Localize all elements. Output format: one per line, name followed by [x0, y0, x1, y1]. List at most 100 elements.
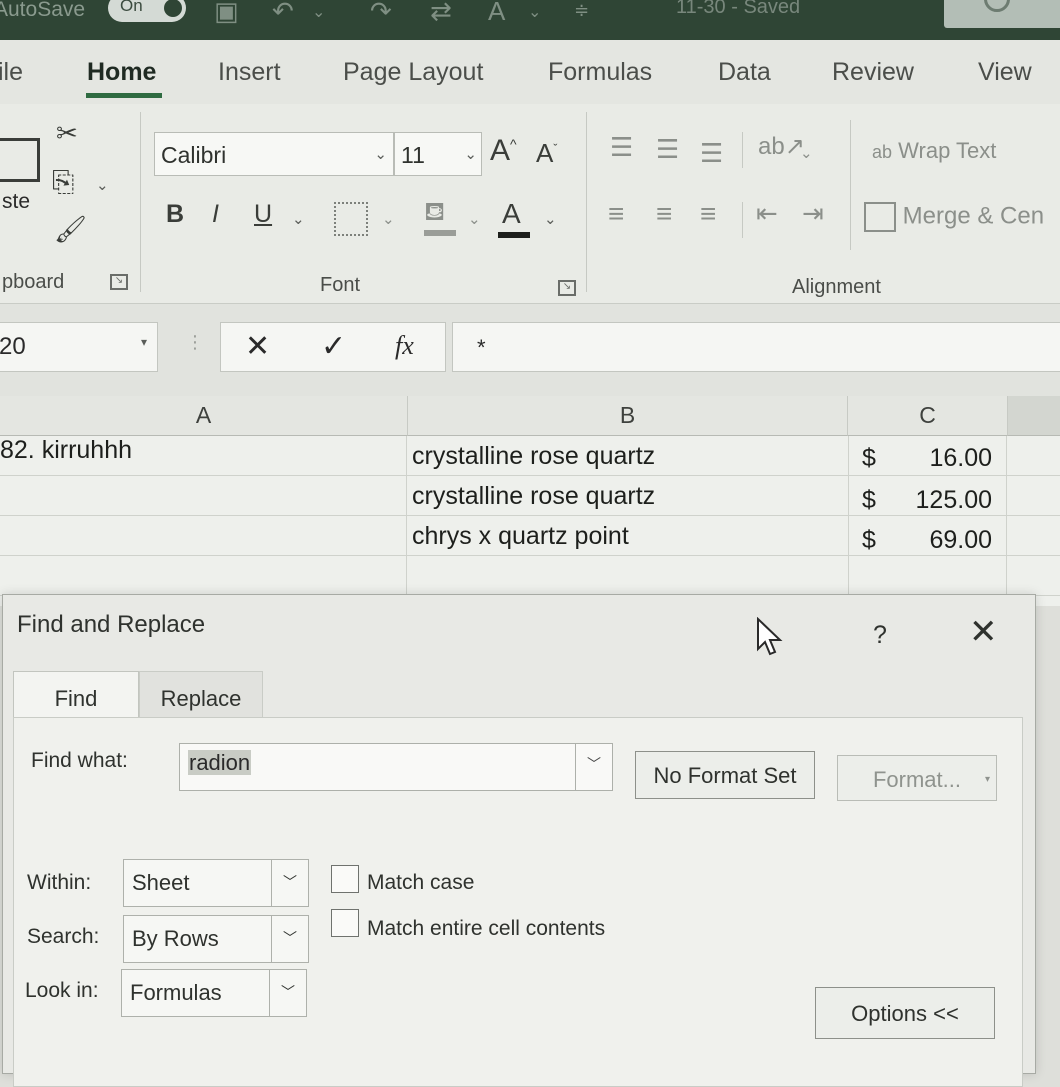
cell-b2[interactable]: crystalline rose quartz: [412, 482, 655, 511]
format-painter-qat-icon[interactable]: ⇄: [430, 0, 452, 27]
close-icon[interactable]: ✕: [969, 615, 998, 649]
formula-bar-grip-icon[interactable]: ⋮: [186, 332, 204, 353]
enter-icon[interactable]: ✓: [321, 329, 346, 364]
no-format-set-button[interactable]: No Format Set: [635, 751, 815, 799]
font-color-dropdown-icon[interactable]: ⌄: [528, 2, 541, 22]
font-color-icon[interactable]: A: [502, 198, 521, 230]
cell-c1[interactable]: 16.00: [892, 444, 992, 473]
align-middle-icon[interactable]: ☰: [656, 134, 679, 165]
clipboard-launcher-icon[interactable]: ↘: [110, 274, 128, 290]
decrease-indent-icon[interactable]: ⇤: [756, 198, 778, 229]
align-bottom-icon[interactable]: ☰: [700, 138, 723, 169]
font-size-dropdown[interactable]: 11 ⌄: [394, 132, 482, 176]
format-dropdown-icon[interactable]: ▾: [985, 774, 990, 785]
redo-icon[interactable]: ↷: [370, 0, 392, 27]
match-entire-checkbox[interactable]: [331, 909, 359, 937]
cell-c3[interactable]: 69.00: [892, 526, 992, 555]
find-what-input[interactable]: radion ﹀: [179, 743, 613, 791]
tab-file[interactable]: ile: [0, 58, 23, 87]
cell-c2[interactable]: 125.00: [892, 486, 992, 515]
cell-a1[interactable]: 82. kirruhhh: [0, 436, 132, 465]
font-launcher-icon[interactable]: ↘: [558, 280, 576, 296]
grow-font-button[interactable]: A^: [490, 134, 517, 168]
search-select[interactable]: By Rows ﹀: [123, 915, 309, 963]
tab-find[interactable]: Find: [13, 671, 139, 719]
name-box-dropdown-icon[interactable]: ▾: [141, 335, 147, 349]
tab-view[interactable]: View: [978, 58, 1032, 87]
match-case-checkbox[interactable]: [331, 865, 359, 893]
font-color-qat-icon[interactable]: A: [488, 0, 505, 27]
options-button[interactable]: Options <<: [815, 987, 995, 1039]
cancel-icon[interactable]: ✕: [245, 329, 270, 364]
find-what-dropdown-icon[interactable]: ﹀: [575, 743, 613, 791]
align-center-icon[interactable]: ≡: [656, 198, 672, 230]
increase-indent-icon[interactable]: ⇥: [802, 198, 824, 229]
undo-dropdown-icon[interactable]: ⌄: [312, 2, 325, 22]
align-top-icon[interactable]: ☰: [610, 132, 633, 163]
within-value: Sheet: [132, 870, 190, 895]
active-tab-indicator: [86, 93, 162, 98]
tab-replace[interactable]: Replace: [139, 671, 263, 719]
shrink-font-button[interactable]: Aˇ: [536, 138, 557, 169]
bold-button[interactable]: B: [166, 200, 184, 229]
borders-icon[interactable]: [334, 202, 368, 236]
cell-b1[interactable]: crystalline rose quartz: [412, 442, 655, 471]
within-select[interactable]: Sheet ﹀: [123, 859, 309, 907]
tab-page-layout[interactable]: Page Layout: [343, 58, 483, 87]
paste-label[interactable]: ste: [2, 190, 30, 214]
help-icon[interactable]: ?: [873, 621, 887, 650]
orientation-icon[interactable]: ab↗: [758, 132, 805, 161]
copy-icon[interactable]: ⎘: [52, 166, 74, 199]
italic-button[interactable]: I: [212, 200, 219, 229]
column-header-c[interactable]: C: [848, 396, 1008, 436]
font-family-dropdown[interactable]: Calibri ⌄: [154, 132, 394, 176]
title-bar: AutoSave On ▣ ↶ ⌄ ↷ ⇄ A ⌄ ≑ 11-30 - Save…: [0, 0, 1060, 40]
tab-insert[interactable]: Insert: [218, 58, 281, 87]
fill-color-dropdown-icon[interactable]: ⌄: [468, 210, 481, 228]
paste-icon[interactable]: [0, 138, 40, 182]
look-in-select[interactable]: Formulas ﹀: [121, 969, 307, 1017]
undo-icon[interactable]: ↶: [272, 0, 294, 27]
font-group-label: Font: [320, 274, 361, 296]
match-entire-label[interactable]: Match entire cell contents: [367, 917, 605, 941]
format-painter-icon[interactable]: 🖌: [54, 214, 87, 245]
wrap-text-button[interactable]: ab Wrap Text: [872, 138, 996, 164]
underline-dropdown-icon[interactable]: ⌄: [292, 210, 305, 228]
fill-color-icon[interactable]: ⛾: [424, 196, 445, 231]
underline-button[interactable]: U: [254, 200, 272, 229]
tab-formulas[interactable]: Formulas: [548, 58, 652, 87]
column-header-d[interactable]: [1008, 396, 1060, 436]
customize-qat-icon[interactable]: ≑: [574, 0, 589, 21]
align-right-icon[interactable]: ≡: [700, 198, 716, 230]
search-icon: [984, 0, 1010, 12]
column-header-a[interactable]: A: [0, 396, 408, 436]
ribbon-separator: [742, 202, 743, 238]
font-color-dropdown-icon[interactable]: ⌄: [544, 210, 557, 228]
orientation-dropdown-icon[interactable]: ⌄: [800, 144, 813, 162]
look-in-label: Look in:: [25, 979, 99, 1002]
font-family-value: Calibri: [161, 142, 227, 168]
chevron-down-icon: ⌄: [374, 146, 387, 163]
autosave-toggle[interactable]: On: [108, 0, 186, 22]
save-icon[interactable]: ▣: [214, 0, 239, 27]
cut-icon[interactable]: ✂: [56, 118, 78, 149]
align-left-icon[interactable]: ≡: [608, 198, 624, 230]
tab-review[interactable]: Review: [832, 58, 914, 87]
tab-data[interactable]: Data: [718, 58, 771, 87]
match-case-label[interactable]: Match case: [367, 871, 474, 895]
merge-center-button[interactable]: Merge & Cen: [864, 202, 1044, 232]
tab-home[interactable]: Home: [87, 58, 156, 87]
search-box[interactable]: [944, 0, 1060, 28]
name-box[interactable]: 20 ▾: [0, 322, 158, 372]
copy-dropdown-icon[interactable]: ⌄: [96, 176, 109, 194]
insert-function-icon[interactable]: fx: [395, 331, 414, 361]
formula-buttons: ✕ ✓ fx: [220, 322, 446, 372]
format-button[interactable]: Format... ▾: [837, 755, 997, 801]
cell-b3[interactable]: chrys x quartz point: [412, 522, 629, 551]
chevron-down-icon: ﹀: [271, 859, 309, 907]
column-header-b[interactable]: B: [408, 396, 848, 436]
grid-line: [406, 436, 407, 606]
formula-input[interactable]: *: [452, 322, 1060, 372]
borders-dropdown-icon[interactable]: ⌄: [382, 210, 395, 228]
font-size-value: 11: [401, 142, 425, 168]
